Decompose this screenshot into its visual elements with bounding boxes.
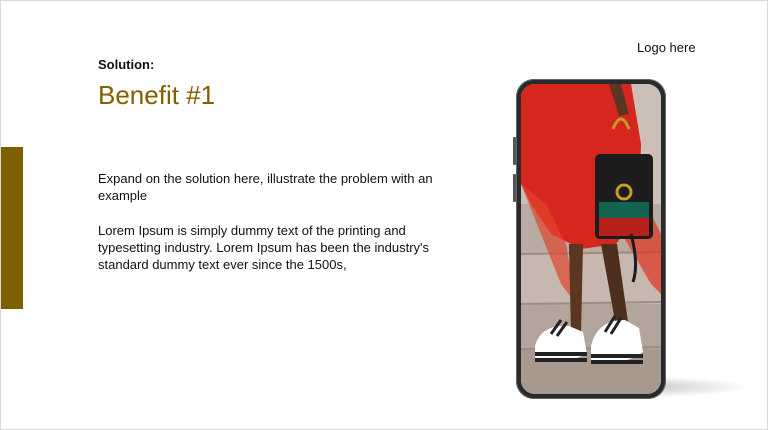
phone-side-button: [513, 137, 516, 165]
fashion-photo-icon: [521, 84, 661, 394]
logo-placeholder: Logo here: [637, 40, 696, 55]
accent-bar: [1, 147, 23, 309]
phone-side-button: [513, 174, 516, 202]
benefit-title: Benefit #1: [98, 80, 216, 110]
solution-paragraph: Expand on the solution here, illustrate …: [98, 171, 433, 203]
slide: Logo here Solution: Benefit #1 Expand on…: [0, 0, 768, 430]
solution-label: Solution:: [98, 57, 155, 72]
phone-mockup: [513, 79, 666, 399]
phone-screen: [521, 84, 661, 394]
lorem-paragraph: Lorem Ipsum is simply dummy text of the …: [98, 223, 430, 272]
